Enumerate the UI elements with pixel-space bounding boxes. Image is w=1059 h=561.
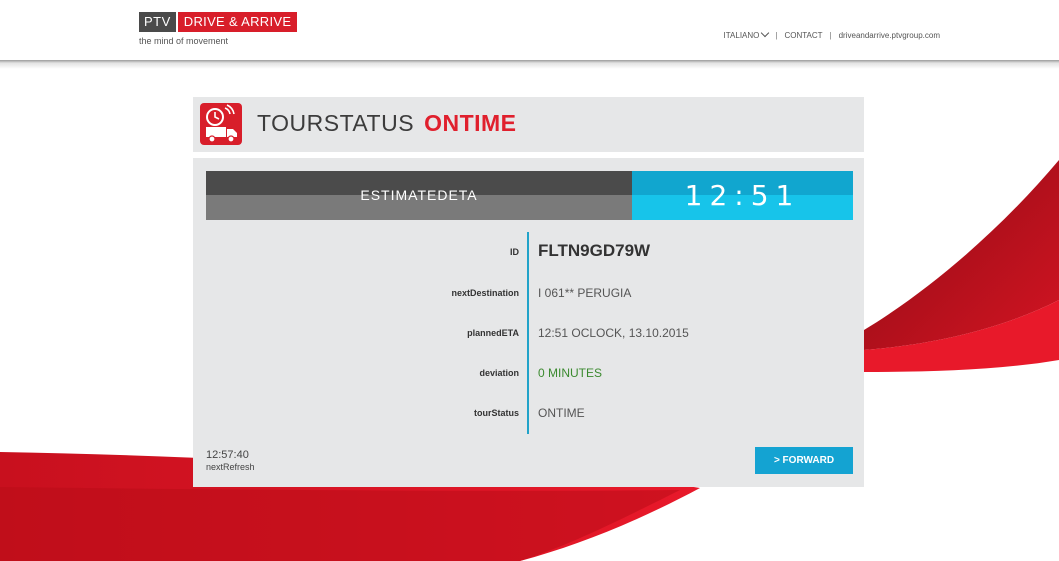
- detail-row-id: ID FLTN9GD79W: [193, 241, 864, 263]
- ptv-logo[interactable]: PTV DRIVE & ARRIVE: [139, 12, 298, 32]
- eta-time-box: 12:51: [632, 171, 853, 220]
- detail-row-tour-status: tourStatus ONTIME: [193, 404, 864, 424]
- detail-row-deviation: deviation 0 MINUTES: [193, 364, 864, 384]
- detail-value: 12:51 OCLOCK, 13.10.2015: [538, 326, 689, 340]
- detail-label: deviation: [479, 368, 519, 378]
- forward-button[interactable]: > FORWARD: [755, 447, 853, 474]
- refresh-time: 12:57:40: [206, 449, 249, 461]
- nav-separator: |: [775, 31, 778, 40]
- tour-status-heading: TOURSTATUS ONTIME: [257, 110, 517, 137]
- eta-label: ESTIMATEDETA: [360, 187, 478, 203]
- tour-status-panel: TOURSTATUS ONTIME: [193, 97, 864, 152]
- detail-value: FLTN9GD79W: [538, 241, 651, 260]
- eta-label-box: ESTIMATEDETA: [206, 171, 632, 220]
- detail-value: ONTIME: [538, 406, 585, 420]
- contact-link[interactable]: CONTACT: [784, 31, 822, 40]
- tour-details-panel: ESTIMATEDETA 12:51 ID FLTN9GD79W nextDes…: [193, 158, 864, 487]
- detail-row-next-destination: nextDestination I 061** PERUGIA: [193, 284, 864, 304]
- language-label: ITALIANO: [723, 31, 760, 40]
- detail-value: 0 MINUTES: [538, 366, 603, 380]
- refresh-label: nextRefresh: [206, 462, 255, 472]
- detail-label: plannedETA: [467, 328, 519, 338]
- site-header: PTV DRIVE & ARRIVE the mind of movement …: [0, 0, 1059, 60]
- truck-clock-icon: [200, 103, 242, 145]
- nav-separator: |: [829, 31, 832, 40]
- detail-label: ID: [510, 247, 519, 257]
- language-selector[interactable]: ITALIANO: [723, 28, 770, 40]
- detail-label: nextDestination: [451, 288, 519, 298]
- logo-ptv-text: PTV: [139, 12, 176, 32]
- logo-brand-text: DRIVE & ARRIVE: [177, 12, 298, 32]
- tour-status-value: ONTIME: [424, 110, 517, 136]
- page: PTV DRIVE & ARRIVE the mind of movement …: [0, 0, 1059, 561]
- site-link[interactable]: driveandarrive.ptvgroup.com: [839, 31, 940, 40]
- top-nav: ITALIANO | CONTACT | driveandarrive.ptvg…: [723, 28, 940, 40]
- eta-time: 12:51: [684, 179, 801, 212]
- tour-status-title: TOURSTATUS: [257, 110, 415, 136]
- tagline: the mind of movement: [139, 36, 229, 46]
- detail-row-planned-eta: plannedETA 12:51 OCLOCK, 13.10.2015: [193, 324, 864, 344]
- chevron-down-icon: [761, 28, 770, 38]
- detail-value: I 061** PERUGIA: [538, 286, 632, 300]
- header-shadow: [0, 59, 1059, 69]
- detail-label: tourStatus: [474, 408, 519, 418]
